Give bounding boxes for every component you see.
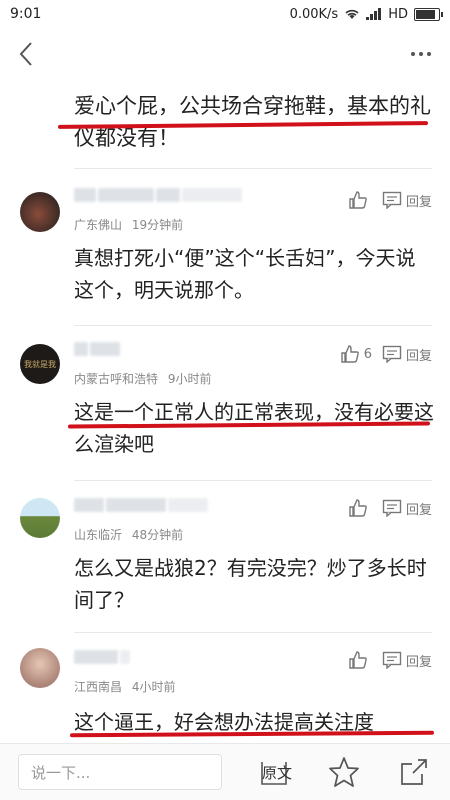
more-button[interactable] [410,38,432,63]
comment-time: 9小时前 [167,372,212,386]
username-blurred[interactable] [74,648,130,666]
avatar[interactable] [20,192,60,232]
like-button[interactable] [348,190,372,210]
comment-icon [382,345,402,363]
username-blurred[interactable] [74,186,242,204]
view-source-button[interactable]: 原文 [258,754,294,790]
comment-meta: 广东佛山 19分钟前 [74,216,189,233]
reply-label: 回复 [405,654,432,670]
comment-input[interactable]: 说一下... [18,754,222,790]
comment-location: 江西南昌 [74,680,123,694]
reply-button[interactable]: 回复 [382,345,432,364]
comment-item: 广东佛山 19分钟前 回复 真想打死小“便”这个“长舌妇”，今天说这个，明天说那… [0,186,450,316]
comment-icon [382,499,402,517]
battery-icon [414,7,443,21]
avatar[interactable]: 我就是我 [20,344,60,384]
signal-icon [366,8,382,20]
comment-meta: 山东临沂 48分钟前 [74,526,189,543]
comment-icon [382,651,402,669]
comment-time: 4小时前 [131,680,176,694]
comment-time: 48分钟前 [131,528,184,542]
share-button[interactable] [396,754,432,790]
reply-button[interactable]: 回复 [382,499,432,518]
reply-button[interactable]: 回复 [382,191,432,210]
divider [74,480,432,481]
comment-location: 山东临沂 [74,528,123,542]
comment-icon [382,191,402,209]
username-blurred[interactable] [74,340,120,358]
like-count: 6 [363,346,372,362]
source-label: 原文 [262,764,293,782]
nav-bar [0,36,450,76]
reply-button[interactable]: 回复 [382,651,432,670]
reply-label: 回复 [405,502,432,518]
comment-location: 广东佛山 [74,218,123,232]
divider [74,325,432,326]
like-button[interactable] [348,498,372,518]
wifi-icon [345,9,359,19]
back-button[interactable] [18,40,34,74]
avatar[interactable] [20,648,60,688]
divider [74,632,432,633]
reply-label: 回复 [405,348,432,364]
comment-meta: 内蒙古呼和浩特 9小时前 [74,370,217,387]
status-time: 9:01 [10,6,42,22]
network-speed: 0.00K/s [289,6,339,22]
username-blurred[interactable] [74,496,208,514]
comment-location: 内蒙古呼和浩特 [74,372,159,386]
comment-item: 山东临沂 48分钟前 回复 怎么又是战狼2？有完没完？炒了多长时间了？ [0,496,450,626]
divider [74,168,432,169]
like-button[interactable]: 6 [340,344,372,364]
comment-text: 真想打死小“便”这个“长舌妇”，今天说这个，明天说那个。 [74,246,416,302]
like-button[interactable] [348,650,372,670]
status-bar: 9:01 0.00K/s HD [0,0,450,28]
bottom-bar: 说一下... 原文 [0,743,450,800]
share-icon [401,759,427,785]
comment-text: 怎么又是战狼2？有完没完？炒了多长时间了？ [74,556,427,612]
chevron-left-icon [19,42,32,66]
thumbs-up-icon [349,651,367,669]
comment-item: 我就是我 内蒙古呼和浩特 9小时前 6 回复 这是一个正常人的正常表现，没有必要… [0,340,450,470]
network-type: HD [388,6,408,22]
thumbs-up-icon [349,499,367,517]
thumbs-up-icon [349,191,367,209]
more-icon [411,52,431,56]
thumbs-up-icon [341,345,359,363]
avatar[interactable] [20,498,60,538]
reply-label: 回复 [405,194,432,210]
comment-meta: 江西南昌 4小时前 [74,678,181,695]
favorite-button[interactable] [326,754,362,790]
star-icon [329,757,359,787]
comment-time: 19分钟前 [131,218,184,232]
